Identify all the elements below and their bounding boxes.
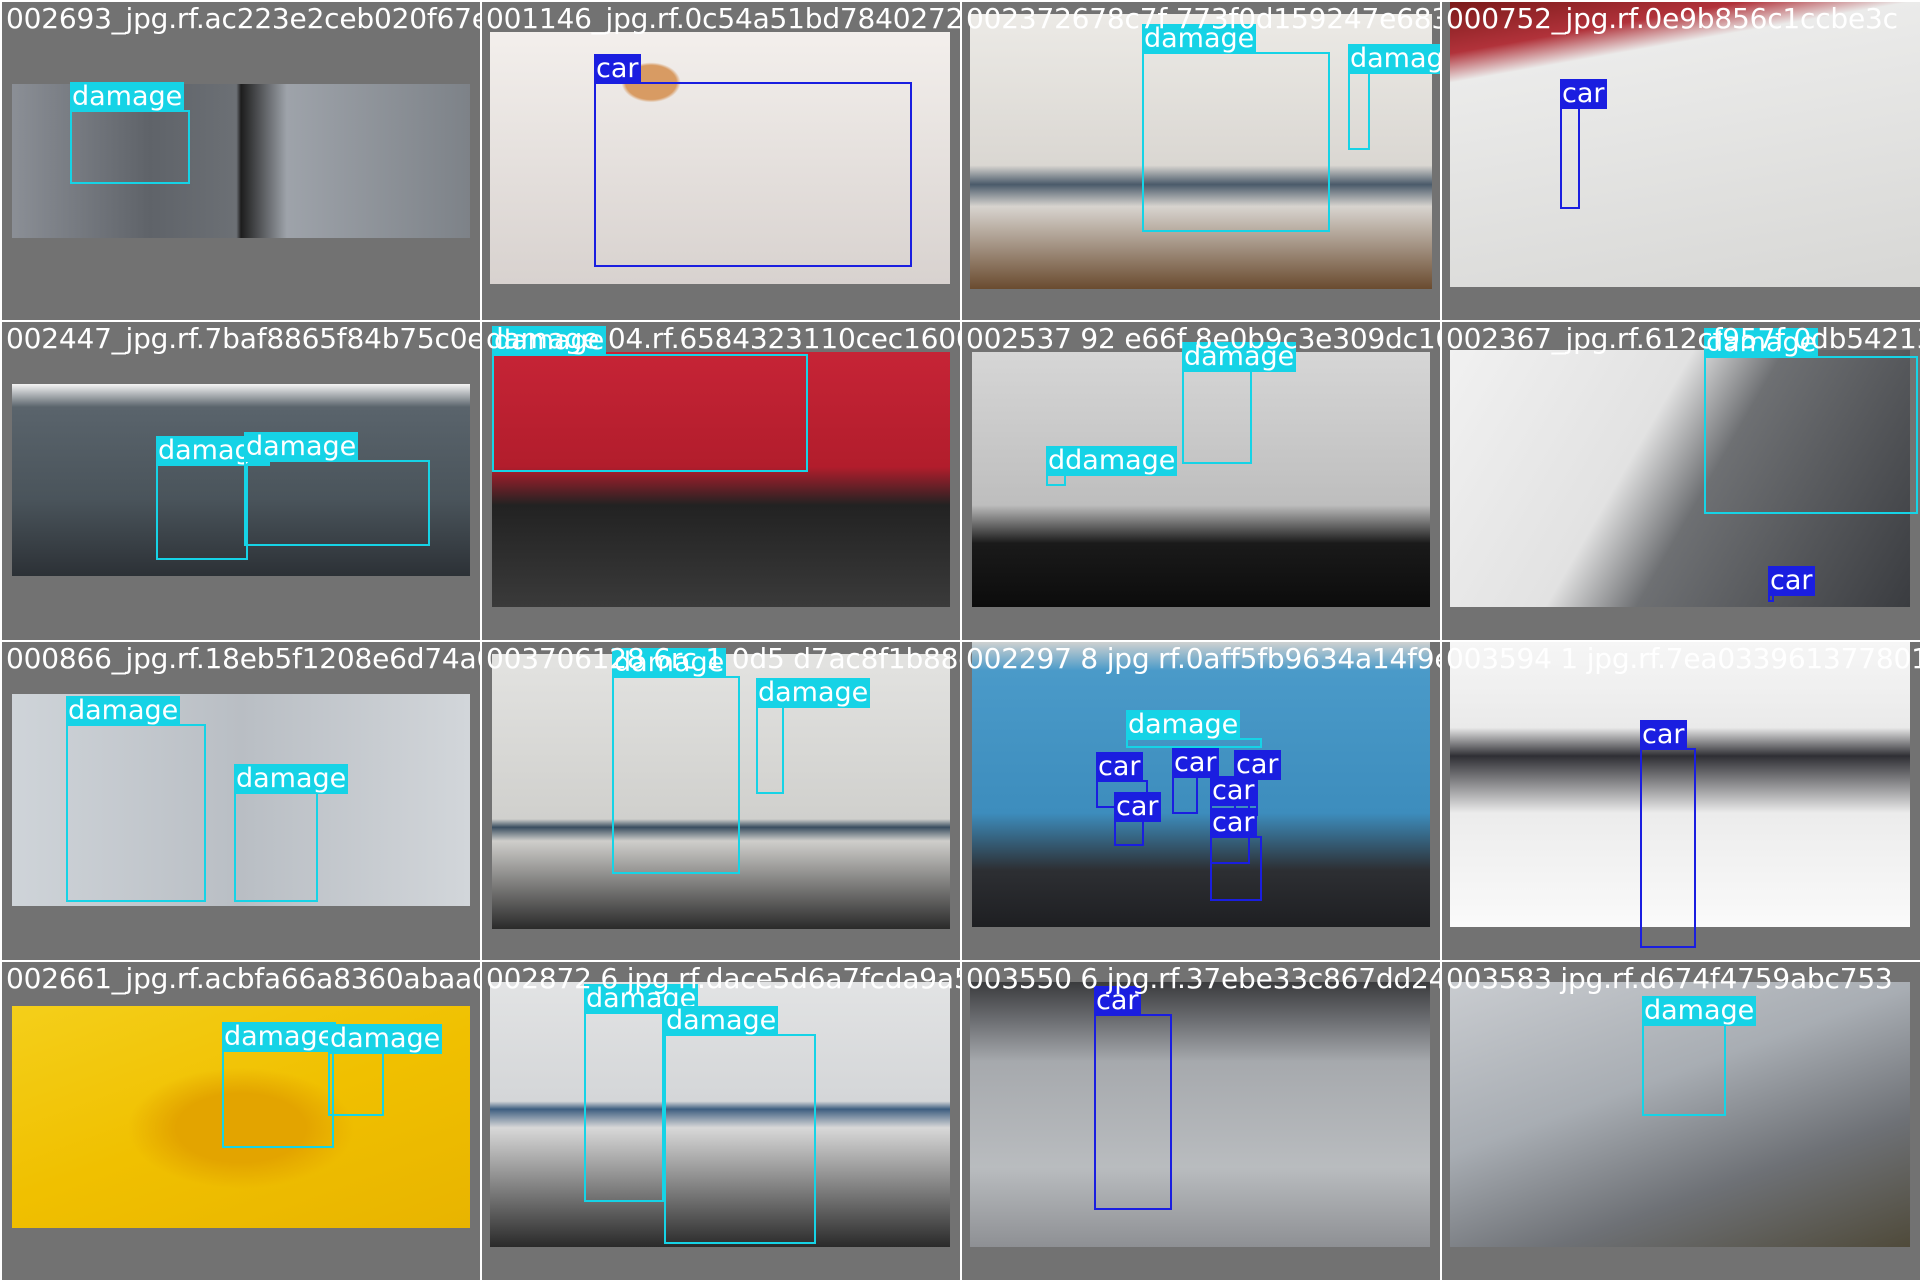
image-filename: 003583 jpg.rf.d674f4759abc753	[1446, 962, 1893, 995]
image-filename: 002537 92 e66f 8e0b9c3e309dc10690236	[966, 322, 1440, 355]
damage-bounding-box: damage	[1642, 996, 1757, 1116]
car-damage-photo	[970, 982, 1430, 1247]
damage-bounding-box: damage	[222, 1022, 337, 1148]
damage-bounding-box: ddamage	[1046, 446, 1178, 486]
detection-label: damage	[70, 81, 185, 112]
image-tile: 003594 1 jpg.rf.7ea033961377801 car	[1442, 642, 1920, 960]
detection-label: car	[1172, 747, 1219, 778]
image-tile: 000866_jpg.rf.18eb5f1208e6d74a0037061286…	[2, 642, 480, 960]
car-bounding-box: car	[1768, 566, 1815, 602]
damage-bounding-box: damage	[1704, 328, 1918, 514]
damage-bounding-box: damage	[66, 696, 206, 902]
image-filename: 001146_jpg.rf.0c54a51bd7840272c37267 8c7	[486, 2, 960, 35]
image-filename: 002367_jpg.rf.612cf957f 0db54213e	[1446, 322, 1920, 355]
damage-bounding-box: damage	[584, 984, 699, 1202]
damage-bounding-box: damage	[612, 648, 740, 874]
detection-label: car	[1560, 78, 1607, 109]
damage-bounding-box: damage	[1348, 44, 1440, 150]
damage-bounding-box: damage	[234, 764, 349, 902]
detection-label: damage	[328, 1023, 443, 1054]
detection-label: damage	[244, 431, 359, 462]
detection-label: car	[1210, 775, 1257, 806]
detection-label: car	[1210, 807, 1257, 838]
detection-label: damage	[1126, 709, 1241, 740]
image-tile: 002372678c7f 773f0d159247e68300755942dam…	[962, 2, 1440, 320]
detection-label: damage	[222, 1021, 337, 1052]
image-tile: 002661_jpg.rf.acbfa66a8360abaa0072872dam…	[2, 962, 480, 1280]
image-filename: 002297 8 jpg rf.0aff5fb9634a14f9e00835 9…	[966, 642, 1440, 675]
detection-label: car	[594, 53, 641, 84]
car-damage-photo	[1450, 2, 1920, 287]
damage-bounding-box: damage	[1182, 342, 1297, 464]
car-bounding-box: car	[1560, 79, 1607, 209]
damage-bounding-box: damage	[1142, 24, 1330, 232]
detection-label: car	[1096, 751, 1143, 782]
image-tile: 002297 8 jpg rf.0aff5fb9634a14f9e00835 9…	[962, 642, 1440, 960]
image-filename: 002447_jpg.rf.7baf8865f84b75c0e	[6, 322, 480, 355]
damage-bounding-box: damage	[244, 432, 430, 546]
image-tile: 002872 6 jpg rf.dace5d6a7fcda9a540355063…	[482, 962, 960, 1280]
detection-label: damage	[66, 695, 181, 726]
car-bounding-box: car	[1640, 720, 1696, 948]
detection-label: car	[1114, 791, 1161, 822]
detection-label: car	[1768, 565, 1815, 596]
detection-label: damage	[234, 763, 349, 794]
image-filename: 003706128 6rc 1 0d5 d7ac8f1b88ca5882297	[486, 642, 960, 675]
image-tile: 002537 92 e66f 8e0b9c3e309dc10690236dama…	[962, 322, 1440, 640]
detection-label: ddamage	[1046, 445, 1178, 476]
image-tile: damage 04.rf.6584323110cec16002537damage	[482, 322, 960, 640]
damage-bounding-box: damage	[492, 326, 808, 472]
image-filename: 003594 1 jpg.rf.7ea033961377801	[1446, 642, 1920, 675]
image-tile: 003550 6 jpg.rf.37ebe33c867dd24c085 83ca…	[962, 962, 1440, 1280]
detection-label: damage	[1348, 44, 1440, 74]
image-filename: 002693_jpg.rf.ac223e2ceb020f67e3d1d6ai 2…	[6, 2, 480, 35]
damage-bounding-box: damage	[328, 1024, 443, 1116]
car-bounding-box: car	[1094, 986, 1172, 1210]
image-filename: 000752_jpg.rf.0e9b856c1ccbe3c	[1446, 2, 1898, 35]
damage-bounding-box: damage	[70, 82, 190, 184]
image-tile: 002447_jpg.rf.7baf8865f84b75c0edamage dam…	[2, 322, 480, 640]
car-damage-photo	[972, 642, 1430, 927]
car-bounding-box: car	[594, 54, 912, 267]
image-filename: 003550 6 jpg.rf.37ebe33c867dd24c085 83	[966, 962, 1440, 995]
damage-bounding-box: damage	[756, 678, 871, 794]
image-filename: 002872 6 jpg rf.dace5d6a7fcda9a540355063	[486, 962, 960, 995]
damage-bounding-box: damage	[664, 1006, 816, 1244]
car-bounding-box: car	[1210, 808, 1262, 901]
image-tile: 001146_jpg.rf.0c54a51bd7840272c37267 8c7…	[482, 2, 960, 320]
image-tile: 002693_jpg.rf.ac223e2ceb020f67e3d1d6ai 2…	[2, 2, 480, 320]
image-tile: 000752_jpg.rf.0e9b856c1ccbe3ccar	[1442, 2, 1920, 320]
detection-label: damage	[756, 677, 871, 708]
image-filename: damage 04.rf.6584323110cec16002537	[486, 322, 960, 355]
detection-label: damage	[1642, 995, 1757, 1026]
image-filename: 000866_jpg.rf.18eb5f1208e6d74a0037061286	[6, 642, 480, 675]
image-filename: 002372678c7f 773f0d159247e68300755942	[966, 2, 1440, 35]
image-tile: 003583 jpg.rf.d674f4759abc753 damage	[1442, 962, 1920, 1280]
detection-label: damage	[664, 1005, 779, 1036]
car-bounding-box: car	[1172, 748, 1219, 814]
image-tile: 002367_jpg.rf.612cf957f 0db54213e damage c…	[1442, 322, 1920, 640]
image-filename: 002661_jpg.rf.acbfa66a8360abaa0072872	[6, 962, 480, 995]
image-tile: 003706128 6rc 1 0d5 d7ac8f1b88ca5882297d…	[482, 642, 960, 960]
image-grid: 002693_jpg.rf.ac223e2ceb020f67e3d1d6ai 2…	[0, 0, 1920, 1280]
detection-label: car	[1640, 719, 1687, 750]
car-bounding-box: car	[1114, 792, 1161, 846]
damage-bounding-box: damage	[156, 436, 271, 560]
